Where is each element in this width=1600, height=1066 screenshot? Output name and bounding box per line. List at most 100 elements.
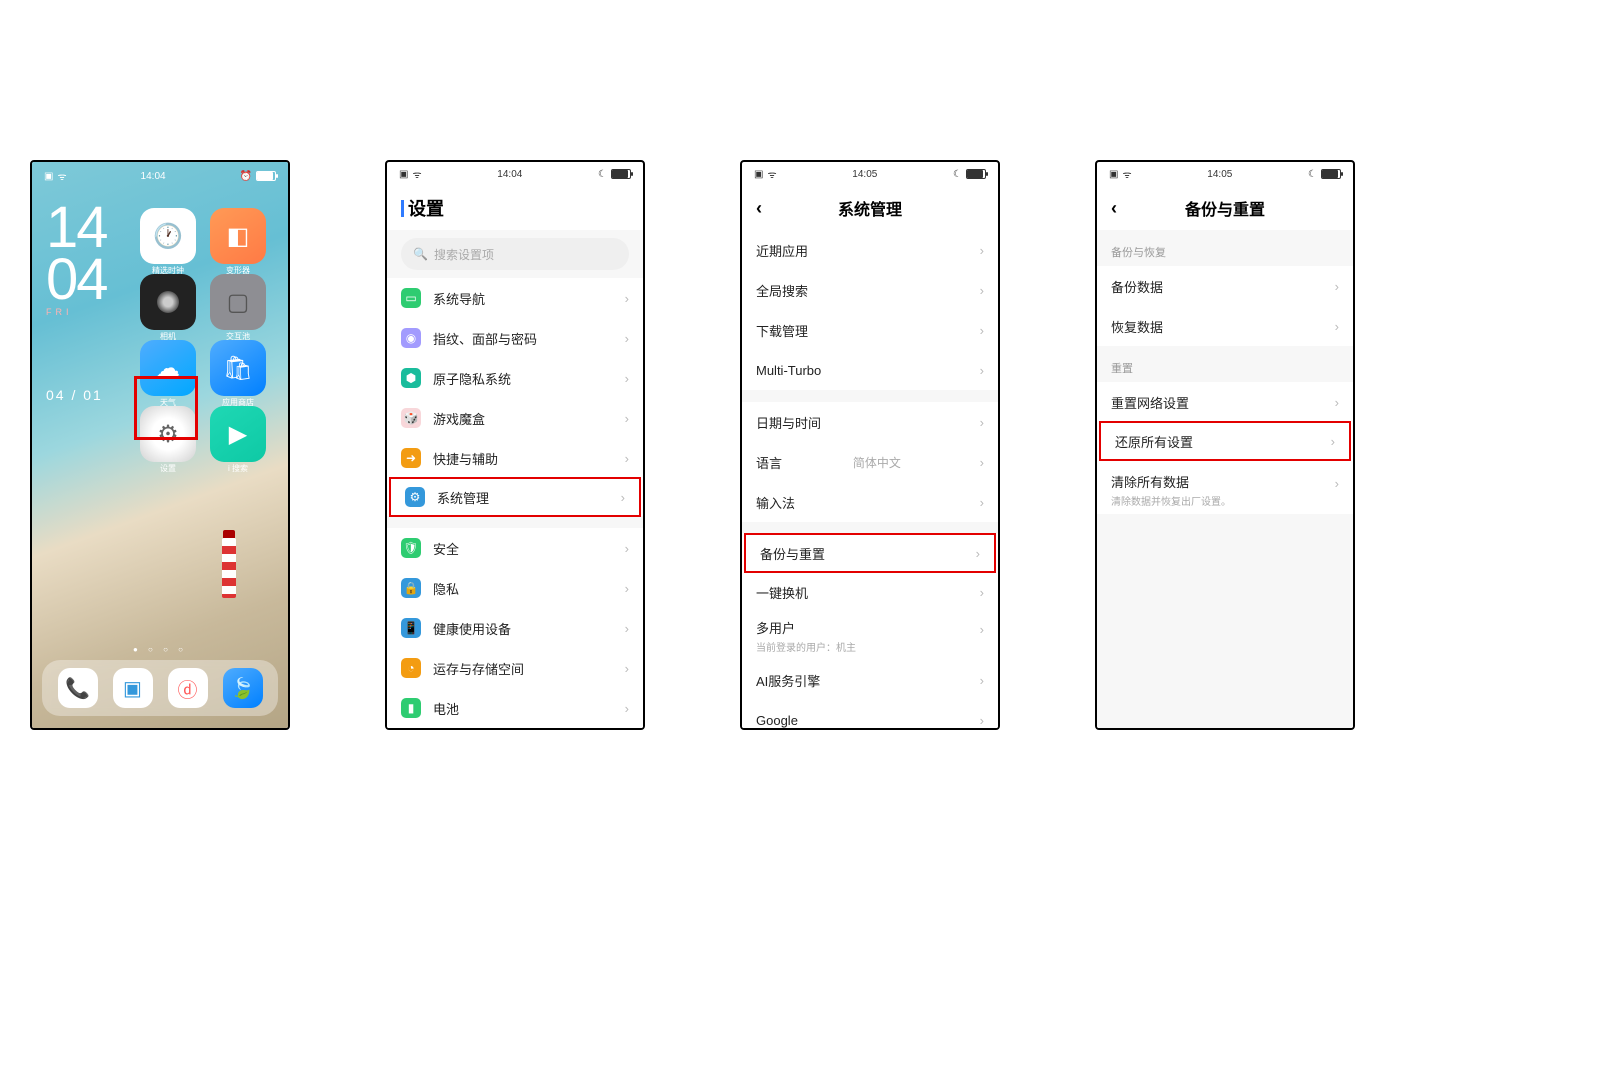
- section-reset: 重置: [1097, 346, 1353, 382]
- row-input-method[interactable]: 输入法›: [742, 482, 998, 522]
- row-google[interactable]: Google›: [742, 700, 998, 728]
- wifi-icon: ᯤ: [57, 169, 66, 183]
- row-atom-privacy[interactable]: ⬢原子隐私系统›: [387, 358, 643, 398]
- phone-system-management-screen: ▣ᯤ 14:05 ☾ ‹ 系统管理 近期应用› 全局搜索› 下载管理› Mult…: [740, 160, 1000, 730]
- phone-home-screen: ▣ᯤ 14:04 ⏰ 14 04 FRI 04 / 01 🕐精选时钟 ◧变形器 …: [30, 160, 290, 730]
- phone-settings-screen: ▣ᯤ 14:04 ☾ 设置 🔍 搜索设置项 ▭系统导航› ◉指纹、面部与密码› …: [385, 160, 645, 730]
- chevron-right-icon: ›: [980, 622, 984, 637]
- status-bar: ▣ᯤ 14:04 ☾: [387, 162, 643, 186]
- row-erase-all-data[interactable]: 清除所有数据 清除数据并恢复出厂设置。 ›: [1097, 466, 1353, 514]
- row-multi-user[interactable]: 多用户 当前登录的用户：机主 ›: [742, 612, 998, 660]
- status-bar: ▣ᯤ 14:04 ⏰: [32, 164, 288, 188]
- app-transform[interactable]: ◧变形器: [210, 208, 266, 264]
- app-clock[interactable]: 🕐精选时钟: [140, 208, 196, 264]
- home-wallpaper: ▣ᯤ 14:04 ⏰ 14 04 FRI 04 / 01 🕐精选时钟 ◧变形器 …: [32, 162, 288, 728]
- battery-icon: ▮: [401, 698, 421, 718]
- dock-phone[interactable]: 📞: [58, 668, 98, 708]
- phone-icon: 📱: [401, 618, 421, 638]
- chevron-right-icon: ›: [980, 495, 984, 510]
- nav-icon: ▭: [401, 288, 421, 308]
- page-title-row: ‹ 系统管理: [742, 186, 998, 230]
- chevron-right-icon: ›: [1335, 319, 1339, 334]
- row-system-navigation[interactable]: ▭系统导航›: [387, 278, 643, 318]
- chevron-right-icon: ›: [625, 411, 629, 426]
- row-global-search[interactable]: 全局搜索›: [742, 270, 998, 310]
- search-placeholder: 搜索设置项: [434, 246, 494, 263]
- page-indicator[interactable]: ● ○ ○ ○: [32, 645, 288, 654]
- settings-list-2: 🛡安全› 🔒隐私› 📱健康使用设备› ◔运存与存储空间› ▮电池›: [387, 528, 643, 728]
- row-game-box[interactable]: 🎲游戏魔盒›: [387, 398, 643, 438]
- phone-backup-reset-screen: ▣ᯤ 14:05 ☾ ‹ 备份与重置 备份与恢复 备份数据› 恢复数据› 重置 …: [1095, 160, 1355, 730]
- search-icon: 🔍: [413, 247, 428, 261]
- row-privacy[interactable]: 🔒隐私›: [387, 568, 643, 608]
- chevron-right-icon: ›: [625, 661, 629, 676]
- separator: [387, 516, 643, 528]
- chevron-right-icon: ›: [980, 283, 984, 298]
- clock-widget[interactable]: 14 04 FRI: [46, 202, 107, 316]
- chevron-right-icon: ›: [980, 455, 984, 470]
- page-title-row: ‹ 备份与重置: [1097, 186, 1353, 230]
- app-weather[interactable]: ☁天气: [140, 340, 196, 396]
- row-date-time[interactable]: 日期与时间›: [742, 402, 998, 442]
- gear-icon: ⚙: [405, 487, 425, 507]
- system-management-body: ‹ 系统管理 近期应用› 全局搜索› 下载管理› Multi-Turbo› 日期…: [742, 186, 998, 728]
- chevron-right-icon: ›: [976, 546, 980, 561]
- moon-icon: ☾: [1308, 169, 1317, 180]
- chevron-right-icon: ›: [1335, 395, 1339, 410]
- app-settings[interactable]: ⚙设置: [140, 406, 196, 462]
- row-multi-turbo[interactable]: Multi-Turbo›: [742, 350, 998, 390]
- section-backup-restore: 备份与恢复: [1097, 230, 1353, 266]
- chevron-right-icon: ›: [625, 451, 629, 466]
- language-value: 简体中文: [853, 454, 901, 471]
- chevron-right-icon: ›: [980, 415, 984, 430]
- row-reset-all-settings[interactable]: 还原所有设置›: [1099, 421, 1351, 461]
- date-widget[interactable]: 04 / 01: [46, 387, 103, 403]
- app-search[interactable]: ▶i 搜索: [210, 406, 266, 462]
- status-time: 14:05: [852, 169, 877, 180]
- status-bar: ▣ᯤ 14:05 ☾: [1097, 162, 1353, 186]
- row-reset-network[interactable]: 重置网络设置›: [1097, 382, 1353, 422]
- app-store[interactable]: 🛍应用商店: [210, 340, 266, 396]
- back-button[interactable]: ‹: [1111, 198, 1117, 219]
- battery-icon: [1321, 169, 1341, 179]
- page-title: 备份与重置: [1185, 196, 1265, 220]
- row-system-management[interactable]: ⚙系统管理›: [389, 477, 641, 517]
- row-backup-data[interactable]: 备份数据›: [1097, 266, 1353, 306]
- row-restore-data[interactable]: 恢复数据›: [1097, 306, 1353, 346]
- br-list-2: 重置网络设置› 还原所有设置› 清除所有数据 清除数据并恢复出厂设置。 ›: [1097, 382, 1353, 514]
- status-time: 14:04: [141, 171, 166, 182]
- dock-browser[interactable]: 🍃: [223, 668, 263, 708]
- row-fingerprint[interactable]: ◉指纹、面部与密码›: [387, 318, 643, 358]
- app-grid: 🕐精选时钟 ◧变形器 相机 ▢交互池 ☁天气 🛍应用商店 ⚙设置 ▶i 搜索: [140, 208, 280, 462]
- row-recent-apps[interactable]: 近期应用›: [742, 230, 998, 270]
- back-button[interactable]: ‹: [756, 198, 762, 219]
- row-clone-phone[interactable]: 一键换机›: [742, 572, 998, 612]
- game-icon: 🎲: [401, 408, 421, 428]
- row-backup-reset[interactable]: 备份与重置›: [744, 533, 996, 573]
- dock-music[interactable]: ⓓ: [168, 668, 208, 708]
- lock-icon: 🔒: [401, 578, 421, 598]
- page-title-row: 设置: [387, 186, 643, 230]
- dock-apps[interactable]: ▣: [113, 668, 153, 708]
- moon-icon: ☾: [598, 169, 607, 180]
- row-language[interactable]: 语言简体中文›: [742, 442, 998, 482]
- row-ai-engine[interactable]: AI服务引擎›: [742, 660, 998, 700]
- sm-list-2: 日期与时间› 语言简体中文› 输入法›: [742, 402, 998, 522]
- row-health[interactable]: 📱健康使用设备›: [387, 608, 643, 648]
- chevron-right-icon: ›: [980, 243, 984, 258]
- br-list-1: 备份数据› 恢复数据›: [1097, 266, 1353, 346]
- moon-icon: ☾: [953, 169, 962, 180]
- app-camera[interactable]: 相机: [140, 274, 196, 330]
- row-security[interactable]: 🛡安全›: [387, 528, 643, 568]
- app-interaction[interactable]: ▢交互池: [210, 274, 266, 330]
- arrow-icon: ➜: [401, 448, 421, 468]
- row-battery[interactable]: ▮电池›: [387, 688, 643, 728]
- row-download-manager[interactable]: 下载管理›: [742, 310, 998, 350]
- chevron-right-icon: ›: [980, 585, 984, 600]
- clock-minutes: 04: [46, 254, 107, 306]
- chevron-right-icon: ›: [625, 291, 629, 306]
- row-storage[interactable]: ◔运存与存储空间›: [387, 648, 643, 688]
- row-shortcuts[interactable]: ➜快捷与辅助›: [387, 438, 643, 478]
- battery-icon: [256, 171, 276, 181]
- search-input[interactable]: 🔍 搜索设置项: [401, 238, 629, 270]
